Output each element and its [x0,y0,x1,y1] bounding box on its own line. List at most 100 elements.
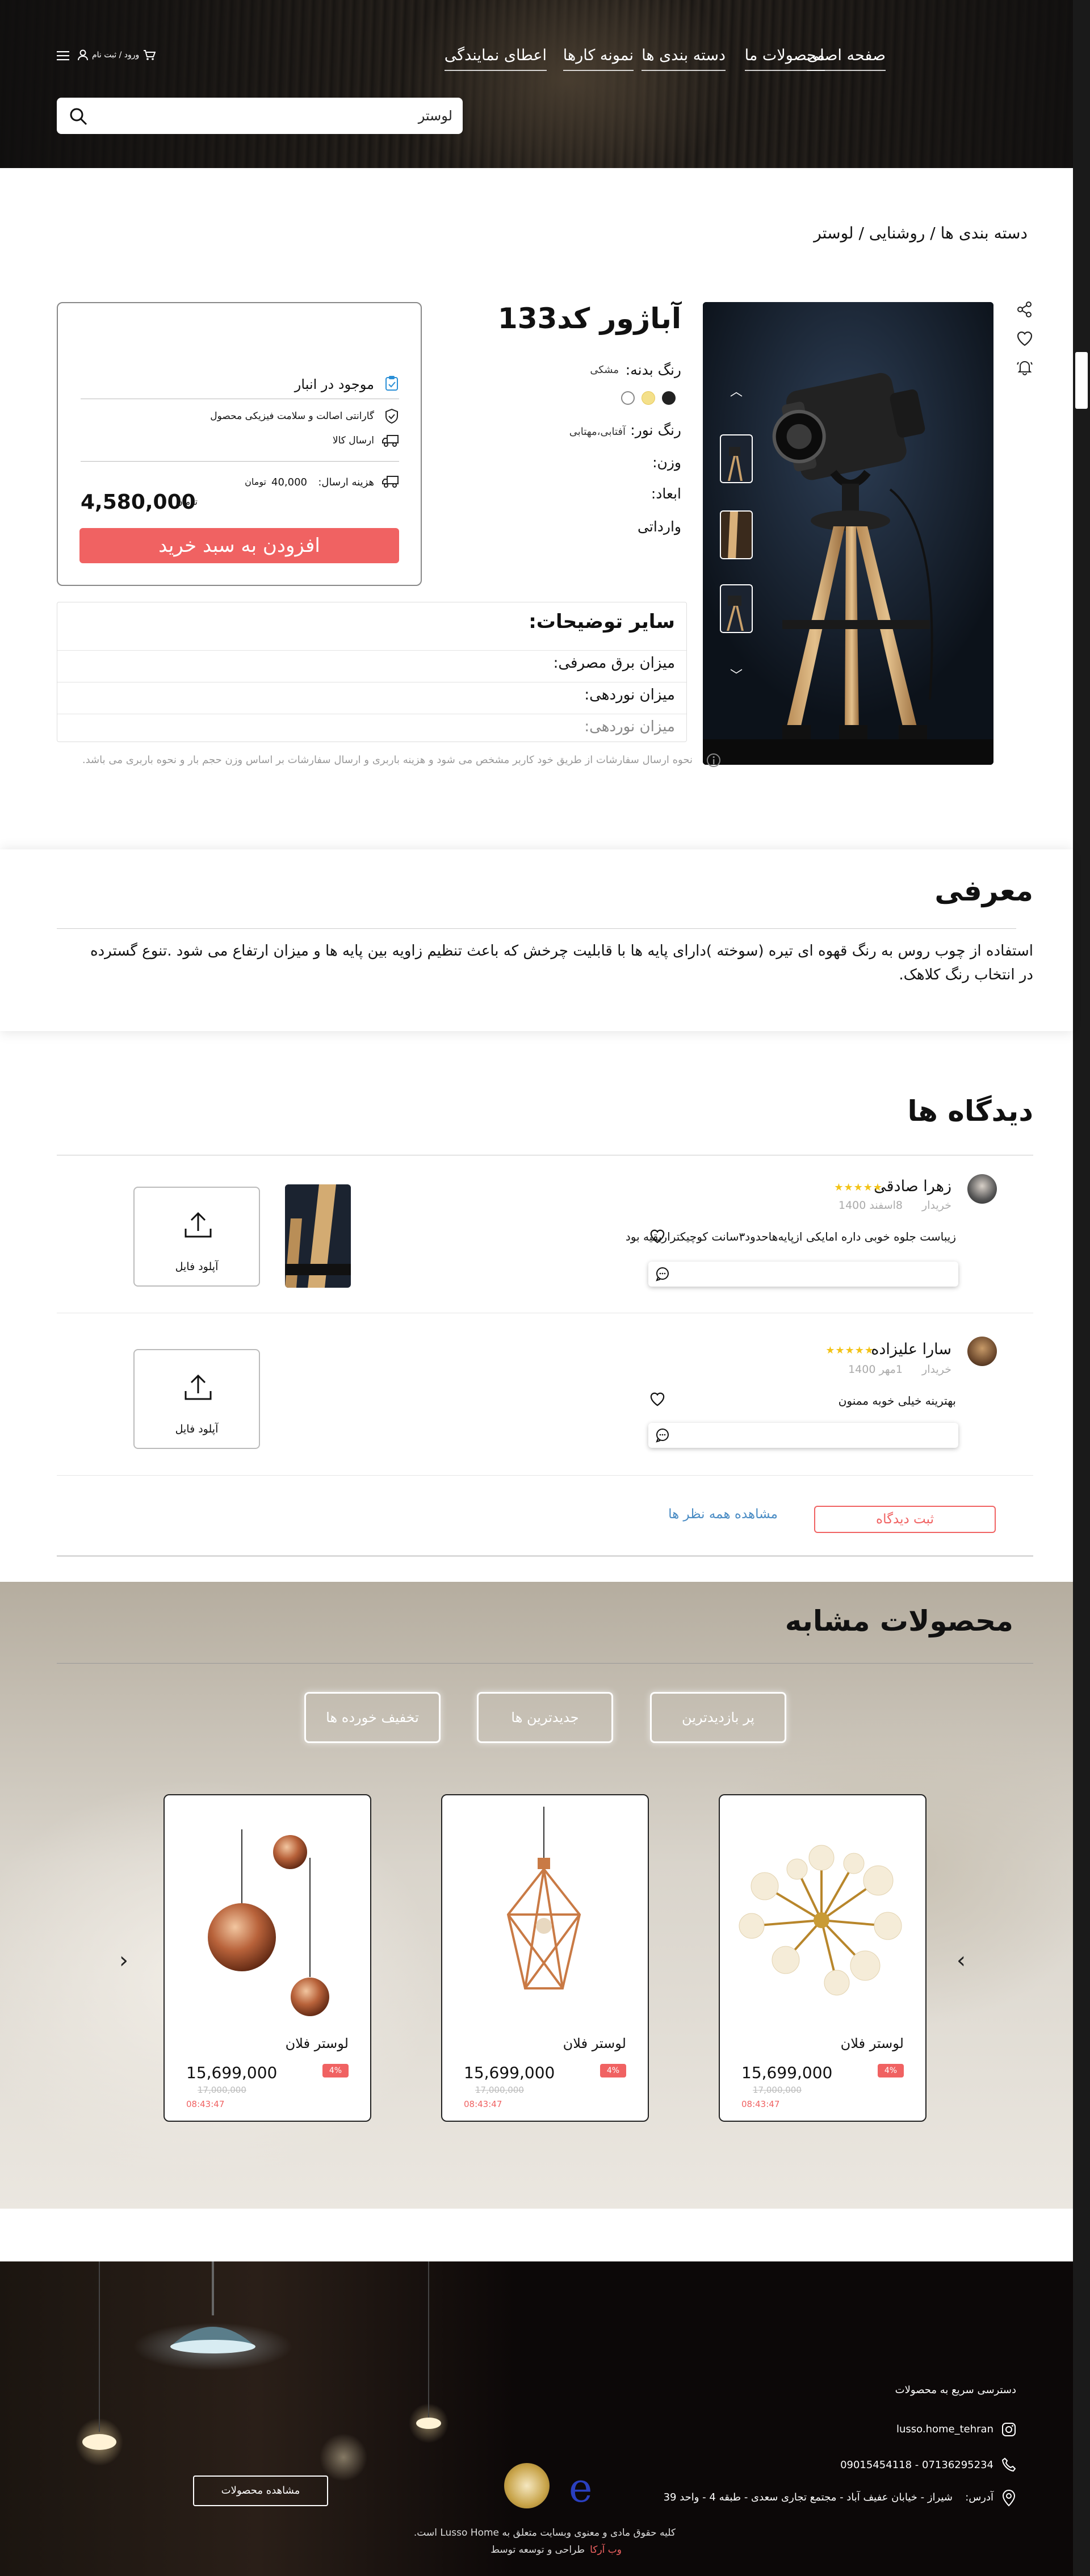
footer-credit-link[interactable]: وب آرکا [590,2544,622,2556]
comment-role: خریدار [922,1199,951,1212]
tab-most-viewed[interactable]: پر بازدیدترین [650,1692,786,1743]
product-card[interactable]: لوستر فلان 4% 15,699,000 17,000,000 08:4… [719,1794,927,2122]
comment-author: زهرا صادقی [874,1178,951,1195]
add-to-cart-button[interactable]: افزودن به سبد خرید [79,528,399,563]
chevron-down-icon[interactable]: ﹀ [730,665,743,684]
cart-icon[interactable] [143,49,156,63]
countdown-timer: 08:43:47 [186,2099,225,2109]
search-box[interactable] [57,98,463,134]
product-card[interactable]: لوستر فلان 4% 15,699,000 17,000,000 08:4… [164,1794,371,2122]
thumbnail-3[interactable] [720,584,753,633]
comment-text: زیباست جلوه خوبی داره امایکی ازپایه‌هاحد… [625,1230,956,1243]
clipboard-icon [384,375,399,393]
avatar [967,1337,997,1366]
footer-quick-access: دسترسی سریع به محصولات [895,2384,1016,2396]
product-image [506,1807,581,1989]
shipping-note: نحوه ارسال سفارشات از طریق خود کاربر مشخ… [82,754,693,766]
user-icon[interactable] [78,49,88,63]
like-heart-icon[interactable] [649,1392,665,1409]
comment-rating: ★★★★★ [825,1344,874,1356]
origin-value: وارداتی [638,518,681,535]
product-gallery[interactable]: ︿ ﹀ [703,302,993,765]
reply-input[interactable] [648,1262,958,1287]
instagram-icon[interactable] [1001,2422,1016,2439]
submit-comment-button[interactable]: ثبت دیدگاه [814,1506,996,1533]
details-row: میزان نوردهی: [584,718,675,735]
breadcrumb[interactable]: دسته بندی ها / روشنایی / لوستر [814,224,1028,242]
product-name: لوستر فلان [285,2035,349,2051]
shipping-label: ارسال کالا [332,435,374,446]
intro-divider [57,928,1016,929]
see-all-comments-link[interactable]: مشاهده همه نظر ها [668,1507,778,1522]
discount-badge: 4% [600,2064,626,2077]
weight-label: وزن: [652,454,681,471]
page-scrollbar[interactable] [1073,0,1090,2576]
countdown-timer: 08:43:47 [741,2099,780,2109]
location-icon [1001,2490,1016,2509]
chat-bubble-icon[interactable] [655,1267,670,1284]
enamad-logo[interactable]: e [569,2465,592,2511]
thumbnail-1[interactable] [720,434,753,483]
tab-discounted[interactable]: تخفیف خورده ها [304,1692,441,1743]
site-footer: دسترسی سریع به محصولات lusso.home_tehran… [0,2261,1073,2576]
details-row: میزان نوردهی: [584,686,675,703]
comment-attachment-image[interactable] [285,1184,351,1288]
product-card[interactable]: لوستر فلان 4% 15,699,000 17,000,000 08:4… [441,1794,649,2122]
product-price: 4,580,000 [81,491,196,514]
trust-seal-logo[interactable] [504,2463,550,2508]
thumbnail-2[interactable] [720,510,753,559]
color-swatch-yellow[interactable] [642,391,655,405]
intro-title: معرفی [934,874,1033,907]
body-color-value: مشکی [590,364,619,376]
color-swatch-black[interactable] [662,391,676,405]
in-stock-label: موجود در انبار [294,376,374,392]
view-products-button[interactable]: مشاهده محصولات [193,2476,328,2506]
footer-phones[interactable]: 07136295234 - 09015454118 [840,2459,993,2471]
comment-separator [57,1475,1033,1476]
scrollbar-thumb[interactable] [1075,352,1088,409]
countdown-timer: 08:43:47 [464,2099,502,2109]
carousel-next-arrow[interactable]: › [957,1947,966,1974]
search-icon[interactable] [69,107,87,128]
login-link[interactable]: ورود / ثبت نام [92,51,139,60]
site-header: صفحه اصلی محصولات ما دسته بندی ها نمونه … [0,0,1073,168]
buybox-divider [81,461,399,462]
product-name: لوستر فلان [840,2035,904,2051]
reply-input[interactable] [648,1423,958,1448]
chat-bubble-icon[interactable] [655,1428,670,1445]
menu-icon[interactable] [57,51,69,63]
phone-icon[interactable] [1001,2457,1016,2474]
bell-icon[interactable] [1016,359,1033,378]
nav-categories[interactable]: دسته بندی ها [642,47,726,71]
comment-date: 8اسفند 1400 [838,1199,903,1212]
heart-icon[interactable] [1016,330,1033,349]
upload-button[interactable]: آپلود فایل [133,1187,260,1287]
details-box: سایر توضیحات: میزان برق مصرفی: میزان نور… [57,602,687,742]
search-input[interactable] [97,98,452,134]
product-price: 15,699,000 [186,2063,278,2082]
nav-portfolio[interactable]: نمونه کارها [563,47,634,71]
body-color-label: رنگ بدنه: [625,362,681,378]
nav-products[interactable]: محصولات ما [744,47,825,71]
upload-icon [183,1373,213,1405]
footer-copyright: کلیه حقوق مادی و معنوی وبسایت متعلق به L… [413,2527,676,2539]
product-price: 15,699,000 [464,2063,555,2082]
share-icon[interactable] [1016,301,1033,320]
upload-button[interactable]: آپلود فایل [133,1349,260,1449]
footer-address: شیراز - خیابان عفیف آباد - مجتمع تجاری س… [663,2491,953,2503]
carousel-prev-arrow[interactable]: ‹ [119,1947,128,1974]
details-title: سایر توضیحات: [529,610,675,633]
footer-instagram[interactable]: lusso.home_tehran [896,2423,993,2435]
chevron-up-icon[interactable]: ︿ [730,382,743,400]
details-row: میزان برق مصرفی: [553,655,675,672]
nav-agency[interactable]: اعطای نمایندگی [444,47,547,71]
comment-author: سارا علیزاده [871,1341,951,1358]
guarantee-label: گارانتی اصالت و سلامت فیزیکی محصول [210,411,374,422]
old-price: 17,000,000 [198,2085,246,2095]
like-heart-icon[interactable] [649,1229,665,1246]
color-swatch-white[interactable] [621,391,635,405]
footer-credit-prefix: طراحی و توسعه توسط [491,2544,585,2556]
shield-icon [384,408,399,426]
tab-newest[interactable]: جدیدترین ها [477,1692,613,1743]
upload-label: آپلود فایل [175,1260,219,1273]
